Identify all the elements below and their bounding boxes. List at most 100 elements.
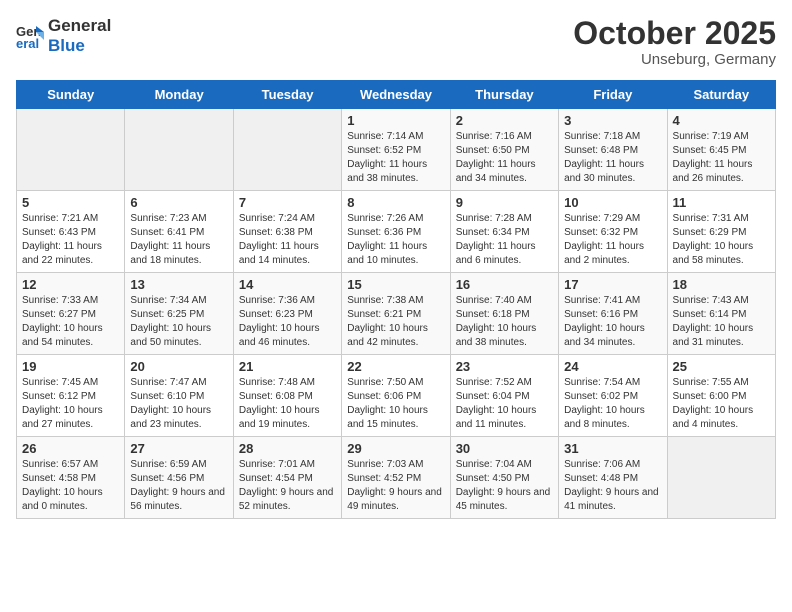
day-number: 22 — [347, 359, 444, 374]
day-info: Sunrise: 7:23 AM Sunset: 6:41 PM Dayligh… — [130, 212, 227, 268]
column-header-sunday: Sunday — [17, 81, 125, 109]
calendar-cell: 18 Sunrise: 7:43 AM Sunset: 6:14 PM Dayli… — [667, 273, 775, 355]
day-number: 17 — [564, 277, 661, 292]
day-number: 16 — [456, 277, 553, 292]
calendar-cell: 5Sunrise: 7:21 AM Sunset: 6:43 PM Daylig… — [17, 191, 125, 273]
day-info: Sunrise: 7:16 AM Sunset: 6:50 PM Dayligh… — [456, 130, 553, 186]
location-subtitle: Unseburg, Germany — [573, 51, 776, 68]
column-header-tuesday: Tuesday — [233, 81, 341, 109]
calendar-cell — [17, 109, 125, 191]
logo-line2: Blue — [48, 36, 111, 56]
calendar-cell: 17 Sunrise: 7:41 AM Sunset: 6:16 PM Dayli… — [559, 273, 667, 355]
day-number: 19 — [22, 359, 119, 374]
calendar-cell: 30 Sunrise: 7:04 AM Sunset: 4:50 PM Dayli… — [450, 437, 558, 519]
day-number: 24 — [564, 359, 661, 374]
day-number: 15 — [347, 277, 444, 292]
logo-line1: General — [48, 16, 111, 36]
calendar-cell: 21 Sunrise: 7:48 AM Sunset: 6:08 PM Dayli… — [233, 355, 341, 437]
day-info: Sunrise: 7:03 AM Sunset: 4:52 PM Dayligh… — [347, 458, 444, 514]
day-info: Sunrise: 7:47 AM Sunset: 6:10 PM Dayligh… — [130, 376, 227, 432]
day-number: 12 — [22, 277, 119, 292]
day-number: 7 — [239, 195, 336, 210]
day-number: 5 — [22, 195, 119, 210]
column-header-saturday: Saturday — [667, 81, 775, 109]
day-number: 11 — [673, 195, 770, 210]
calendar-cell: 3Sunrise: 7:18 AM Sunset: 6:48 PM Daylig… — [559, 109, 667, 191]
day-number: 2 — [456, 113, 553, 128]
day-info: Sunrise: 7:40 AM Sunset: 6:18 PM Dayligh… — [456, 294, 553, 350]
day-info: Sunrise: 7:52 AM Sunset: 6:04 PM Dayligh… — [456, 376, 553, 432]
calendar-cell: 23 Sunrise: 7:52 AM Sunset: 6:04 PM Dayli… — [450, 355, 558, 437]
day-number: 6 — [130, 195, 227, 210]
calendar-cell: 28 Sunrise: 7:01 AM Sunset: 4:54 PM Dayli… — [233, 437, 341, 519]
calendar-week-row: 19Sunrise: 7:45 AM Sunset: 6:12 PM Dayli… — [17, 355, 776, 437]
day-number: 9 — [456, 195, 553, 210]
day-number: 30 — [456, 441, 553, 456]
calendar-cell — [233, 109, 341, 191]
column-header-friday: Friday — [559, 81, 667, 109]
day-info: Sunrise: 7:34 AM Sunset: 6:25 PM Dayligh… — [130, 294, 227, 350]
calendar-cell: 15 Sunrise: 7:38 AM Sunset: 6:21 PM Dayli… — [342, 273, 450, 355]
day-info: Sunrise: 7:33 AM Sunset: 6:27 PM Dayligh… — [22, 294, 119, 350]
day-number: 14 — [239, 277, 336, 292]
day-info: Sunrise: 7:43 AM Sunset: 6:14 PM Dayligh… — [673, 294, 770, 350]
svg-text:eral: eral — [16, 36, 39, 50]
column-header-wednesday: Wednesday — [342, 81, 450, 109]
calendar-cell: 14Sunrise: 7:36 AM Sunset: 6:23 PM Dayli… — [233, 273, 341, 355]
calendar-cell: 12 Sunrise: 7:33 AM Sunset: 6:27 PM Dayli… — [17, 273, 125, 355]
calendar-cell: 8 Sunrise: 7:26 AM Sunset: 6:36 PM Daylig… — [342, 191, 450, 273]
day-info: Sunrise: 7:01 AM Sunset: 4:54 PM Dayligh… — [239, 458, 336, 514]
day-info: Sunrise: 7:41 AM Sunset: 6:16 PM Dayligh… — [564, 294, 661, 350]
calendar-cell: 2 Sunrise: 7:16 AM Sunset: 6:50 PM Daylig… — [450, 109, 558, 191]
calendar-cell: 11 Sunrise: 7:31 AM Sunset: 6:29 PM Dayli… — [667, 191, 775, 273]
calendar-cell: 24 Sunrise: 7:54 AM Sunset: 6:02 PM Dayli… — [559, 355, 667, 437]
month-title: October 2025 — [573, 16, 776, 51]
day-number: 13 — [130, 277, 227, 292]
day-info: Sunrise: 7:28 AM Sunset: 6:34 PM Dayligh… — [456, 212, 553, 268]
calendar-cell — [667, 437, 775, 519]
calendar-table: SundayMondayTuesdayWednesdayThursdayFrid… — [16, 80, 776, 519]
day-info: Sunrise: 7:19 AM Sunset: 6:45 PM Dayligh… — [673, 130, 770, 186]
day-info: Sunrise: 7:55 AM Sunset: 6:00 PM Dayligh… — [673, 376, 770, 432]
calendar-cell: 9 Sunrise: 7:28 AM Sunset: 6:34 PM Daylig… — [450, 191, 558, 273]
day-info: Sunrise: 6:59 AM Sunset: 4:56 PM Dayligh… — [130, 458, 227, 514]
day-info: Sunrise: 7:50 AM Sunset: 6:06 PM Dayligh… — [347, 376, 444, 432]
column-header-thursday: Thursday — [450, 81, 558, 109]
day-number: 27 — [130, 441, 227, 456]
day-number: 25 — [673, 359, 770, 374]
day-info: Sunrise: 7:06 AM Sunset: 4:48 PM Dayligh… — [564, 458, 661, 514]
day-info: Sunrise: 7:38 AM Sunset: 6:21 PM Dayligh… — [347, 294, 444, 350]
day-number: 31 — [564, 441, 661, 456]
title-block: October 2025 Unseburg, Germany — [573, 16, 776, 68]
day-number: 21 — [239, 359, 336, 374]
day-number: 18 — [673, 277, 770, 292]
calendar-cell: 26Sunrise: 6:57 AM Sunset: 4:58 PM Dayli… — [17, 437, 125, 519]
day-info: Sunrise: 7:18 AM Sunset: 6:48 PM Dayligh… — [564, 130, 661, 186]
day-info: Sunrise: 7:04 AM Sunset: 4:50 PM Dayligh… — [456, 458, 553, 514]
calendar-cell: 10 Sunrise: 7:29 AM Sunset: 6:32 PM Dayli… — [559, 191, 667, 273]
calendar-cell: 13 Sunrise: 7:34 AM Sunset: 6:25 PM Dayli… — [125, 273, 233, 355]
day-number: 10 — [564, 195, 661, 210]
day-info: Sunrise: 7:29 AM Sunset: 6:32 PM Dayligh… — [564, 212, 661, 268]
column-header-monday: Monday — [125, 81, 233, 109]
calendar-header-row: SundayMondayTuesdayWednesdayThursdayFrid… — [17, 81, 776, 109]
calendar-cell — [125, 109, 233, 191]
calendar-cell: 4 Sunrise: 7:19 AM Sunset: 6:45 PM Daylig… — [667, 109, 775, 191]
calendar-cell: 25 Sunrise: 7:55 AM Sunset: 6:00 PM Dayli… — [667, 355, 775, 437]
day-number: 26 — [22, 441, 119, 456]
calendar-cell: 20Sunrise: 7:47 AM Sunset: 6:10 PM Dayli… — [125, 355, 233, 437]
day-number: 4 — [673, 113, 770, 128]
calendar-cell: 19Sunrise: 7:45 AM Sunset: 6:12 PM Dayli… — [17, 355, 125, 437]
day-info: Sunrise: 7:26 AM Sunset: 6:36 PM Dayligh… — [347, 212, 444, 268]
calendar-week-row: 5Sunrise: 7:21 AM Sunset: 6:43 PM Daylig… — [17, 191, 776, 273]
day-info: Sunrise: 7:54 AM Sunset: 6:02 PM Dayligh… — [564, 376, 661, 432]
logo-icon: Gen eral — [16, 22, 44, 50]
day-number: 28 — [239, 441, 336, 456]
day-number: 23 — [456, 359, 553, 374]
day-number: 8 — [347, 195, 444, 210]
day-number: 29 — [347, 441, 444, 456]
calendar-cell: 7Sunrise: 7:24 AM Sunset: 6:38 PM Daylig… — [233, 191, 341, 273]
day-info: Sunrise: 7:48 AM Sunset: 6:08 PM Dayligh… — [239, 376, 336, 432]
calendar-cell: 16 Sunrise: 7:40 AM Sunset: 6:18 PM Dayli… — [450, 273, 558, 355]
day-info: Sunrise: 7:31 AM Sunset: 6:29 PM Dayligh… — [673, 212, 770, 268]
